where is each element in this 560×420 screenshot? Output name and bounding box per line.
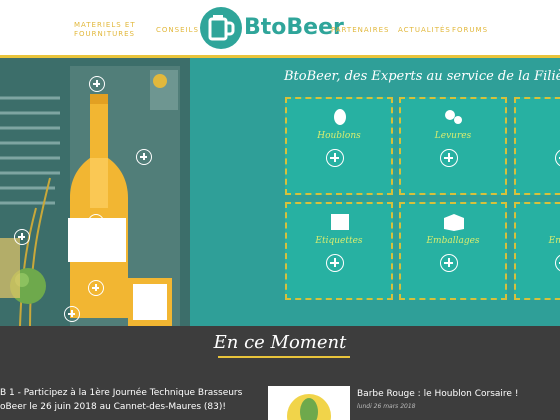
hop-thumbnail-image <box>268 386 350 420</box>
tile-label: Embo Bl <box>548 236 560 246</box>
news-title-barbe-rouge[interactable]: Barbe Rouge : le Houblon Corsaire ! <box>357 389 518 399</box>
site-logo[interactable]: BtoBeer <box>200 7 344 49</box>
plus-icon[interactable] <box>440 149 458 167</box>
tile-label: Levures <box>434 131 472 141</box>
section-title: En ce Moment <box>213 332 347 353</box>
hotspot-plus-icon[interactable] <box>89 76 105 92</box>
tile-label: Emballages <box>426 236 480 246</box>
beer-mug-icon <box>208 15 235 41</box>
hero-section: BtoBeer, des Experts au service de la Fi… <box>0 58 560 326</box>
bottle-icon <box>556 212 560 232</box>
plus-icon[interactable] <box>326 149 344 167</box>
title-underline <box>218 356 350 358</box>
category-tile-houblons[interactable]: Houblons <box>285 97 393 195</box>
hotspot-plus-icon[interactable] <box>88 214 104 230</box>
hotspot-plus-icon[interactable] <box>136 149 152 165</box>
category-tile-emballages[interactable]: Emballages <box>399 202 507 300</box>
logo-badge <box>200 7 242 49</box>
plus-icon[interactable] <box>555 254 560 272</box>
box-icon <box>444 214 464 231</box>
logo-wordmark: BtoBeer <box>244 15 344 40</box>
tile-label: Etiquettes <box>315 236 363 246</box>
label-icon <box>331 214 349 230</box>
category-tile-levures[interactable]: Levures <box>399 97 507 195</box>
plus-icon[interactable] <box>440 254 458 272</box>
category-tile-embouteillage[interactable]: Embo Bl <box>514 202 560 300</box>
news-item-journee-technique[interactable]: B 1 - Participez à la 1ère Journée Techn… <box>0 386 260 414</box>
drop-icon[interactable] <box>153 74 167 88</box>
nav-conseils[interactable]: CONSEILS <box>156 26 199 35</box>
news-date: lundi 26 mars 2018 <box>357 403 416 410</box>
yeast-icon <box>445 110 462 124</box>
news-thumbnail[interactable] <box>268 386 350 420</box>
tile-label: Houblons <box>317 131 361 141</box>
news-line-1: B 1 - Participez à la 1ère Journée Techn… <box>0 388 243 398</box>
nav-actualites[interactable]: ACTUALITÉS <box>398 26 451 35</box>
hop-icon <box>334 109 346 125</box>
nav-partenaires[interactable]: PARTENAIRES <box>331 26 389 35</box>
plus-icon[interactable] <box>326 254 344 272</box>
news-line-2: oBeer le 26 juin 2018 au Cannet-des-Maur… <box>0 402 227 412</box>
news-section: En ce Moment B 1 - Participez à la 1ère … <box>0 326 560 420</box>
hotspot-plus-icon[interactable] <box>88 280 104 296</box>
hotspot-plus-icon[interactable] <box>64 306 80 322</box>
hotspot-plus-icon[interactable] <box>14 229 30 245</box>
tile-label: Bl <box>516 131 560 141</box>
grain-icon <box>556 107 560 127</box>
category-tile-bl[interactable]: Bl <box>514 97 560 195</box>
category-tile-etiquettes[interactable]: Etiquettes <box>285 202 393 300</box>
nav-materiels-fournitures[interactable]: MATERIELS ET FOURNITURES <box>74 21 136 39</box>
site-header: MATERIELS ET FOURNITURES CONSEILS BtoBee… <box>0 0 560 58</box>
hero-title: BtoBeer, des Experts au service de la Fi… <box>284 69 560 84</box>
nav-forums[interactable]: FORUMS <box>452 26 488 35</box>
brewery-illustration <box>0 58 190 326</box>
plus-icon[interactable] <box>555 149 560 167</box>
